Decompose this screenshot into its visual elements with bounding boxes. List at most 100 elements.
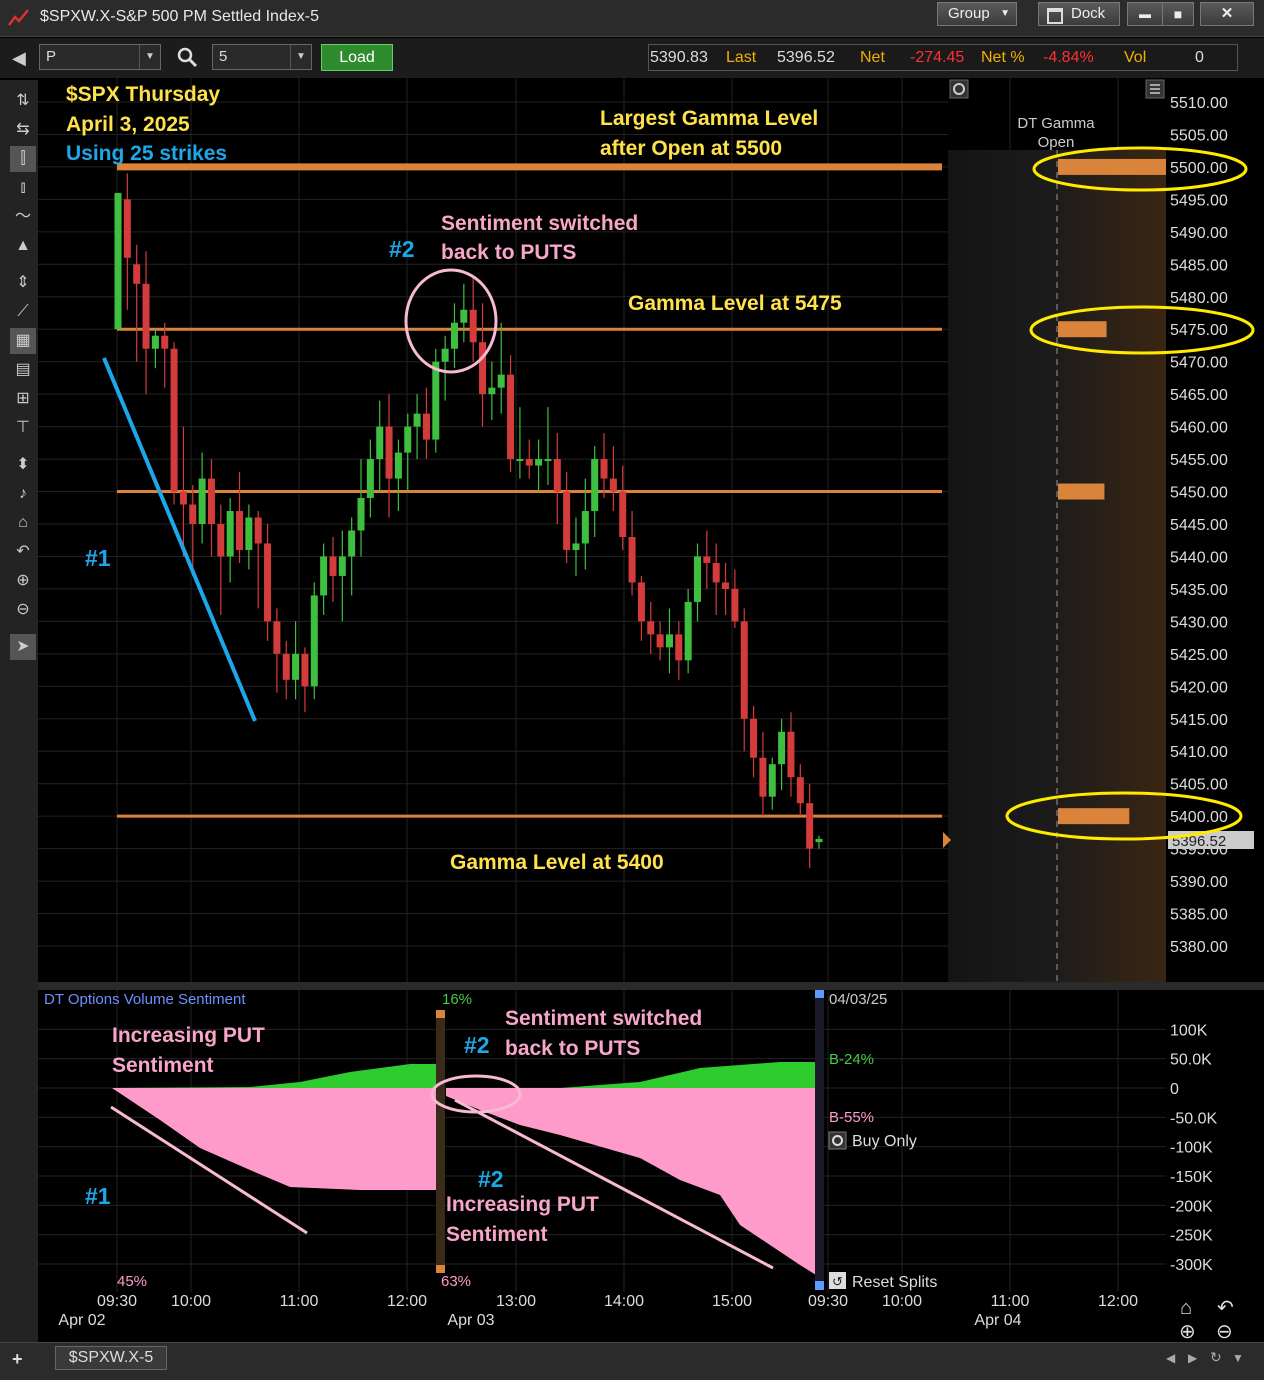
trendline-icon[interactable]: ⟋	[10, 299, 36, 325]
candle-body	[591, 459, 599, 512]
candle-body	[572, 543, 580, 550]
tab-right-icon[interactable]: ▶	[1188, 1351, 1197, 1365]
search-icon[interactable]	[175, 45, 199, 69]
sentiment-switched-line1: Sentiment switched	[441, 212, 638, 235]
home-icon[interactable]: ⌂	[10, 510, 36, 536]
y-axis-tick: 5490.00	[1170, 225, 1228, 242]
y-axis-tick: 5415.00	[1170, 712, 1228, 729]
line-style-icon[interactable]: 〜	[10, 204, 36, 230]
grid-icon[interactable]: ▦	[10, 328, 36, 354]
x-axis-date: Apr 04	[974, 1312, 1021, 1329]
sentiment-y-tick: -50.0K	[1170, 1110, 1217, 1127]
sentiment-y-tick: -100K	[1170, 1140, 1213, 1157]
x-axis-time: 10:00	[882, 1293, 922, 1310]
reset-splits-button[interactable]: ↺ Reset Splits	[829, 1272, 937, 1291]
menu-icon[interactable]	[1145, 79, 1165, 99]
candle-body	[581, 511, 589, 544]
tab-spxw[interactable]: $SPXW.X-5	[55, 1346, 167, 1370]
candle-body	[310, 595, 318, 687]
reset-splits-label: Reset Splits	[852, 1274, 937, 1291]
gamma-bar	[1058, 808, 1130, 825]
candle-body	[656, 634, 664, 648]
candlestick-icon[interactable]: ⫿	[10, 146, 36, 172]
bar-style-icon[interactable]: ⫾	[10, 175, 36, 201]
y-axis-tick: 5420.00	[1170, 679, 1228, 696]
heading-line2: April 3, 2025	[66, 113, 190, 136]
scale-icon[interactable]: ⇕	[10, 270, 36, 296]
candle-body	[301, 653, 309, 687]
pct-bottom-left: 45%	[117, 1273, 147, 1290]
maximize-button[interactable]: ■	[1162, 2, 1194, 26]
chevron-down-icon[interactable]: ▼	[290, 45, 311, 69]
tab-menu-icon[interactable]: ▼	[1232, 1351, 1244, 1365]
candle-body	[366, 459, 374, 499]
split-marker[interactable]	[436, 1010, 445, 1272]
candle-body	[133, 264, 141, 284]
undo-icon[interactable]: ↶	[10, 539, 36, 565]
candle-body	[778, 731, 786, 765]
settings-icon[interactable]	[949, 79, 969, 99]
crosshair-icon[interactable]: ⇅	[10, 88, 36, 114]
drag-icon[interactable]: ⬍	[10, 452, 36, 478]
x-axis-time: 12:00	[1098, 1293, 1138, 1310]
candle-body	[264, 543, 272, 622]
zoom-out-icon[interactable]: ⊖	[1216, 1321, 1233, 1342]
candle-body	[740, 621, 748, 719]
zoom-in-icon[interactable]: ⊕	[1179, 1321, 1196, 1342]
volume-value: 0	[1195, 49, 1204, 66]
candle-body	[665, 634, 673, 648]
undo-icon[interactable]: ↶	[1217, 1297, 1234, 1319]
candle-body	[507, 374, 515, 460]
tab-refresh-icon[interactable]: ↻	[1210, 1349, 1222, 1366]
y-axis-tick: 5445.00	[1170, 517, 1228, 534]
cursor-icon[interactable]: ➤	[10, 634, 36, 660]
zoom-in-icon[interactable]: ⊕	[10, 568, 36, 594]
ruler-icon[interactable]: ⊤	[10, 415, 36, 441]
table-icon[interactable]: ▤	[10, 357, 36, 383]
candle-body	[712, 562, 720, 583]
area-style-icon[interactable]: ▲	[10, 233, 36, 259]
candle-body	[441, 348, 449, 362]
sentiment-y-tick: -150K	[1170, 1169, 1213, 1186]
candle-body	[675, 634, 683, 661]
back-arrow-icon[interactable]: ◀	[12, 48, 26, 69]
net-percent-value: -4.84%	[1043, 49, 1094, 66]
close-button[interactable]: ✕	[1200, 2, 1254, 26]
largest-gamma-line2: after Open at 5500	[600, 137, 782, 160]
minimize-button[interactable]: ▬	[1127, 2, 1163, 26]
candle-body	[544, 459, 552, 462]
y-axis-tick: 5510.00	[1170, 95, 1228, 112]
note-icon[interactable]: ♪	[10, 481, 36, 507]
candle-body	[815, 838, 823, 843]
buy-only-toggle[interactable]: Buy Only	[828, 1131, 917, 1150]
candle-body	[329, 556, 337, 576]
interval-input[interactable]: 5 ▼	[212, 44, 312, 70]
symbol-input[interactable]: P ▼	[39, 44, 161, 70]
gamma-panel-title-line2: Open	[1038, 134, 1075, 151]
candle-body	[479, 342, 487, 395]
candle-body	[647, 621, 655, 635]
y-axis-tick: 5495.00	[1170, 192, 1228, 209]
sentiment-switched-line2: back to PUTS	[441, 241, 576, 264]
window-title: $SPXW.X-S&P 500 PM Settled Index-5	[40, 8, 319, 25]
candle-body	[338, 556, 346, 576]
y-axis-tick: 5430.00	[1170, 614, 1228, 631]
group-button[interactable]: Group ▼	[937, 2, 1017, 26]
select-icon[interactable]: ⇆	[10, 117, 36, 143]
candle-body	[609, 478, 617, 492]
chevron-down-icon[interactable]: ▼	[139, 45, 160, 69]
chart-area[interactable]: DT Gamma Open 5510.00 5505.00 5500.00 5495.…	[38, 78, 1264, 1342]
dock-button[interactable]: Dock	[1038, 2, 1120, 26]
load-button[interactable]: Load	[321, 44, 393, 71]
net-percent-label: Net %	[981, 49, 1025, 66]
candle-body	[600, 459, 608, 479]
tab-left-icon[interactable]: ◀	[1166, 1351, 1175, 1365]
zoom-out-icon[interactable]: ⊖	[10, 597, 36, 623]
sentiment-panel-title: DT Options Volume Sentiment	[44, 991, 246, 1008]
layout-icon[interactable]: ⊞	[10, 386, 36, 412]
candle-body	[469, 309, 477, 343]
candle-body	[525, 459, 533, 466]
add-tab-icon[interactable]: +	[12, 1349, 23, 1370]
home-icon[interactable]: ⌂	[1180, 1297, 1192, 1319]
sentiment-y-tick: -250K	[1170, 1228, 1213, 1245]
